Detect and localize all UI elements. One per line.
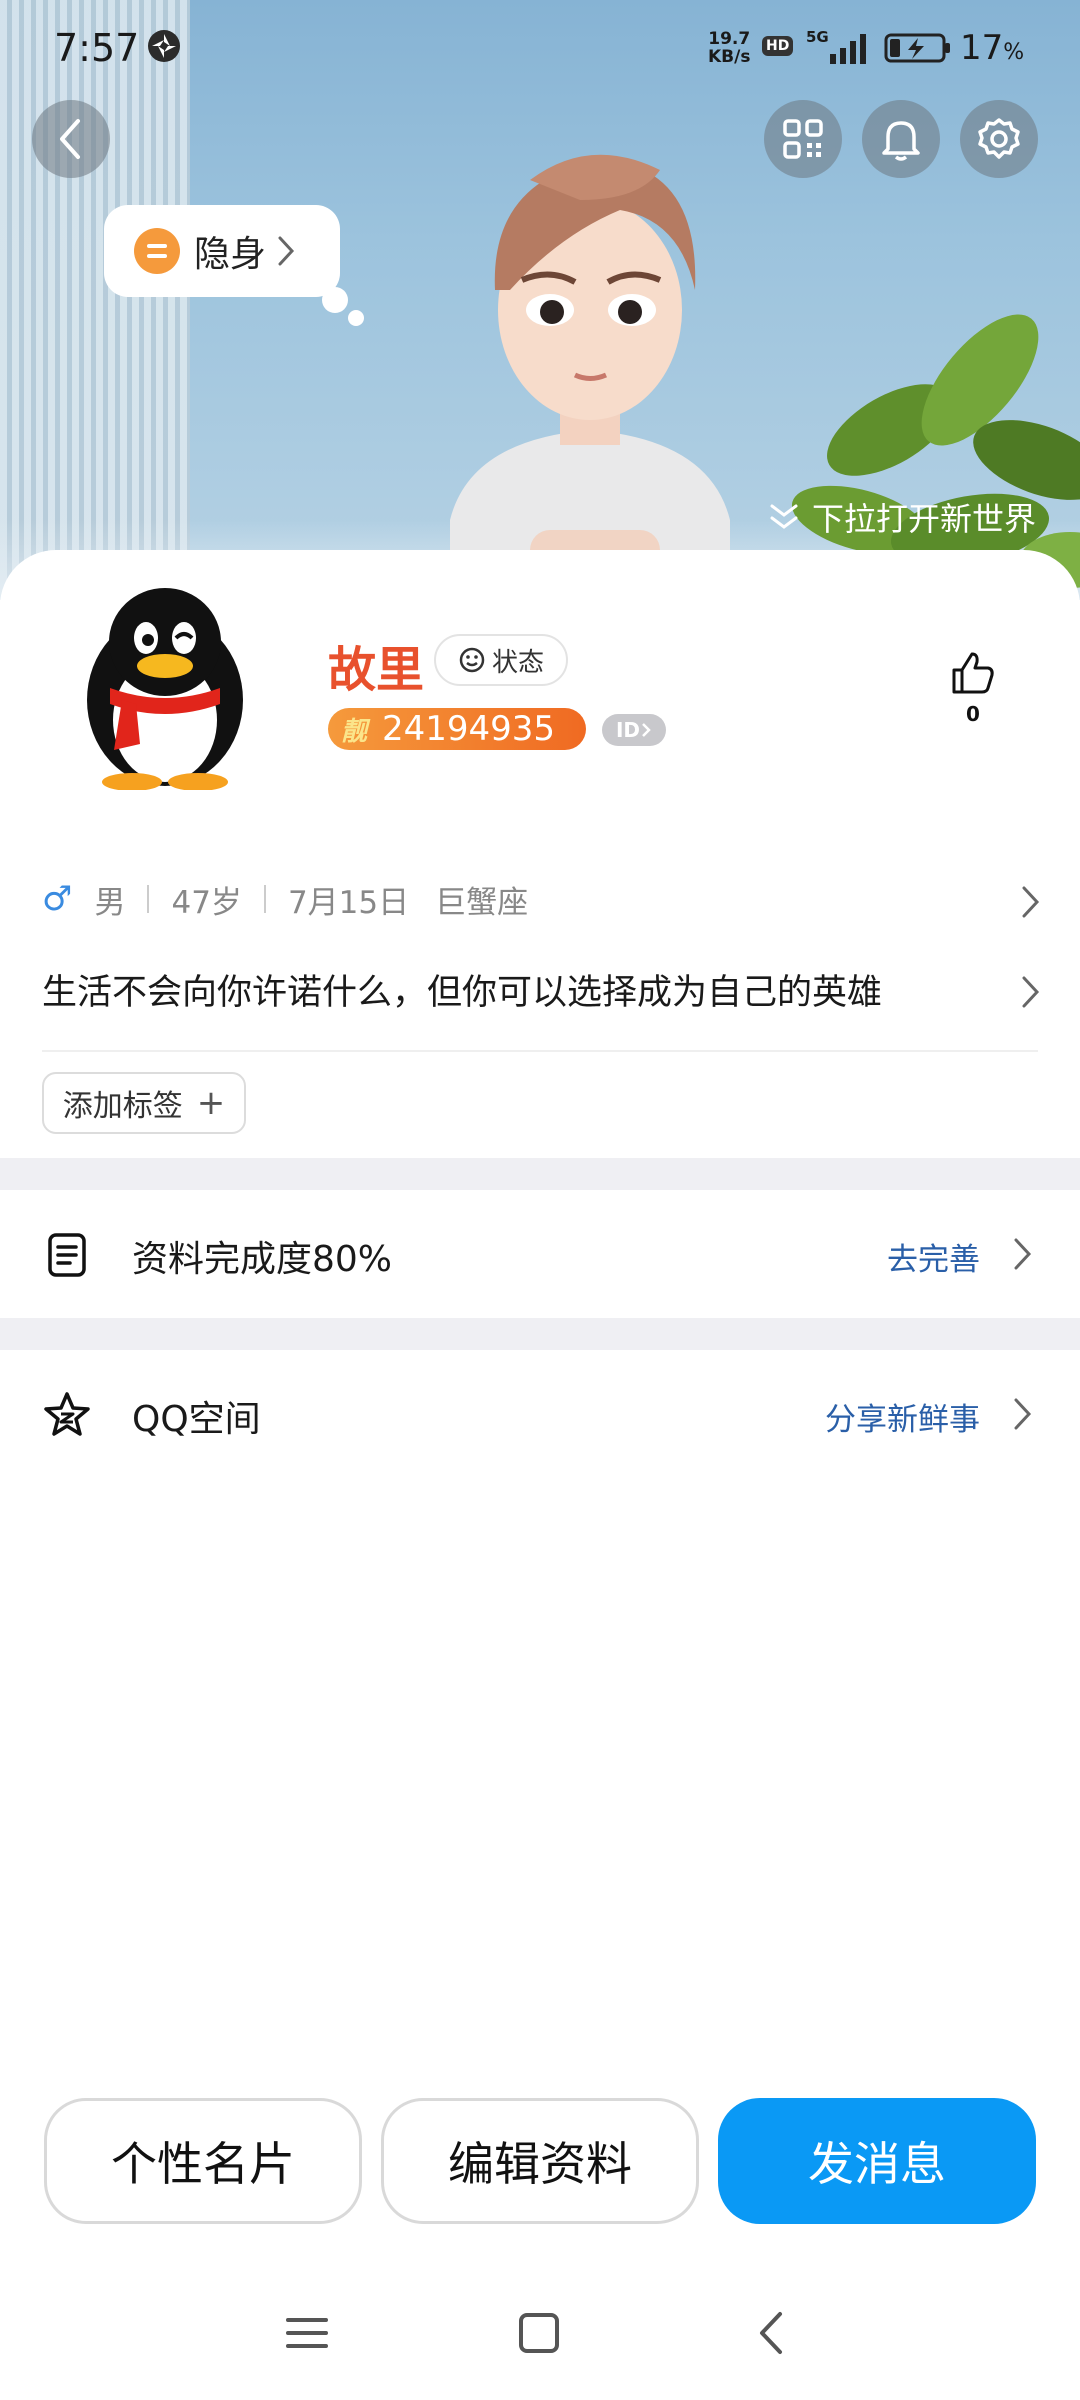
status-label: 状态	[491, 647, 544, 678]
qzone-row[interactable]: QQ空间 分享新鲜事	[0, 1350, 1080, 1478]
battery-icon	[884, 33, 950, 63]
double-chevron-down-icon	[770, 504, 798, 529]
profile-completion-row[interactable]: 资料完成度80% 去完善	[0, 1190, 1080, 1318]
add-tag-button[interactable]: 添加标签 +	[42, 1072, 246, 1134]
plus-icon: +	[196, 1083, 226, 1123]
zodiac: 巨蟹座	[435, 884, 529, 921]
liang-badge: 靓	[340, 716, 367, 747]
qr-code-button[interactable]	[764, 100, 842, 178]
share-news-link[interactable]: 分享新鲜事	[825, 1394, 980, 1439]
separator	[147, 885, 150, 913]
bell-icon	[882, 121, 920, 161]
chevron-right-icon	[1014, 1398, 1032, 1430]
signature-text: 生活不会向你许诺什么，但你可以选择成为自己的英雄	[42, 972, 883, 1013]
profile-card-button[interactable]: 个性名片	[44, 2098, 362, 2224]
settings-button[interactable]	[960, 100, 1038, 178]
chevron-right-icon	[1022, 886, 1040, 918]
pull-hint-text: 下拉打开新世界	[812, 500, 1037, 538]
chevron-right-icon	[278, 236, 295, 266]
id-badge[interactable]: ID	[602, 714, 666, 746]
signal-icon	[830, 34, 866, 64]
separator	[263, 885, 266, 913]
chevron-right-icon	[1022, 976, 1040, 1008]
qq-number: 24194935	[382, 709, 556, 749]
birthday: 7月15日	[287, 884, 410, 921]
system-nav-bar	[0, 2290, 1080, 2370]
notifications-button[interactable]	[862, 100, 940, 178]
qq-number-badge[interactable]: 靓 24194935	[328, 708, 586, 750]
qr-code-icon	[783, 119, 823, 159]
qzone-star-icon	[44, 1392, 90, 1436]
back-button[interactable]	[32, 100, 110, 178]
section-gap	[0, 1318, 1080, 1350]
profile-completion-label: 资料完成度80%	[132, 1239, 393, 1280]
chevron-right-icon	[1014, 1238, 1032, 1270]
gear-icon	[978, 118, 1020, 159]
signature-row[interactable]: 生活不会向你许诺什么，但你可以选择成为自己的英雄	[42, 962, 1042, 1016]
section-gap	[0, 1158, 1080, 1190]
add-tag-label: 添加标签	[62, 1089, 183, 1124]
network-type: 5G	[806, 28, 829, 46]
back-triangle-icon[interactable]	[748, 2308, 798, 2358]
bubble-tail-dot	[322, 287, 348, 313]
nickname: 故里	[328, 642, 425, 698]
age: 47岁	[171, 884, 242, 921]
hd-badge: HD	[762, 36, 794, 56]
qq-penguin-avatar[interactable]	[70, 580, 260, 790]
smile-icon	[459, 647, 485, 673]
clock: 7:57	[54, 26, 140, 70]
send-message-button[interactable]: 发消息	[718, 2098, 1036, 2224]
profile-meta-row[interactable]: ♂ 男 47岁 7月15日 巨蟹座	[42, 874, 1042, 924]
chevron-right-icon	[642, 723, 651, 737]
like-count: 0	[966, 702, 980, 726]
stealth-status-bubble[interactable]: 隐身	[104, 205, 364, 326]
stealth-icon	[134, 228, 180, 274]
edit-profile-button[interactable]: 编辑资料	[381, 2098, 699, 2224]
gender: 男	[94, 884, 126, 921]
complete-profile-link[interactable]: 去完善	[887, 1234, 980, 1279]
pull-down-hint[interactable]: 下拉打开新世界	[768, 494, 1036, 540]
network-speed: 19.7 KB/s	[708, 29, 751, 67]
qzone-label: QQ空间	[132, 1399, 261, 1440]
3d-avatar-figure	[450, 154, 730, 600]
like-button[interactable]: 0	[944, 650, 1002, 726]
thumbs-up-icon	[952, 652, 994, 694]
battery-level: 17%	[960, 28, 1025, 68]
document-icon	[48, 1233, 86, 1277]
status-button[interactable]: 状态	[434, 634, 568, 686]
stealth-label: 隐身	[194, 234, 267, 275]
menu-icon[interactable]	[282, 2308, 332, 2358]
bubble-tail-dot	[348, 310, 364, 326]
status-bar: 7:57 19.7 KB/s HD 5G 17%	[0, 0, 1080, 100]
chevron-left-icon	[60, 119, 80, 159]
home-square-icon[interactable]	[514, 2308, 564, 2358]
divider	[42, 1050, 1038, 1052]
sync-icon	[148, 30, 180, 62]
male-icon: ♂	[42, 879, 73, 919]
